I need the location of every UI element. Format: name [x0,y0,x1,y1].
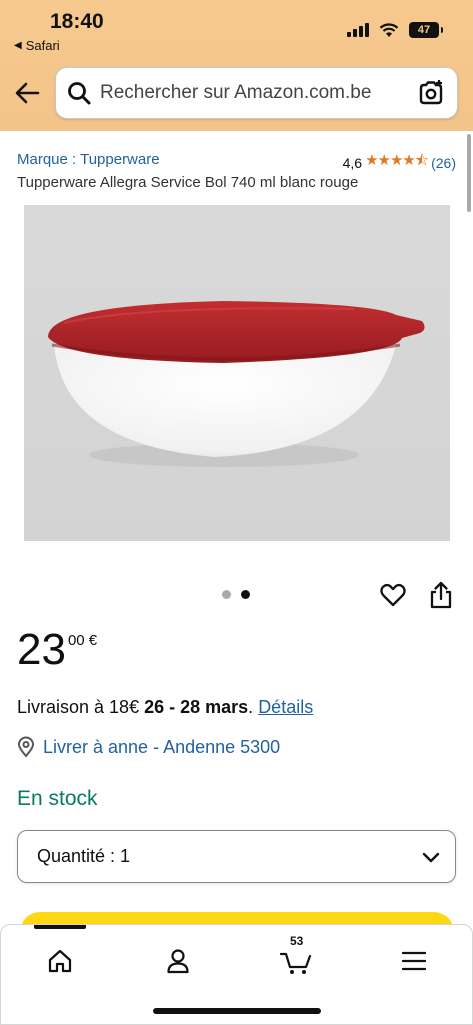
heart-icon[interactable] [379,581,407,609]
rating-count[interactable]: (26) [431,155,456,171]
active-tab-indicator [34,925,86,929]
pagination-dot[interactable] [222,590,231,599]
wifi-icon [379,22,399,37]
camera-scan-icon[interactable] [417,79,445,107]
cart-count-badge: 53 [290,934,304,948]
cart-icon [279,952,312,974]
image-pagination[interactable] [222,590,250,599]
back-app-label: Safari [25,38,60,53]
rating-value: 4,6 [342,154,363,171]
product-image[interactable] [24,205,450,541]
share-icon[interactable] [428,580,454,610]
product-title: Tupperware Allegra Service Bol 740 ml bl… [17,174,359,191]
price-fraction: 00 € [67,632,98,649]
battery-level: 47 [417,24,431,36]
star-rating-icon: ★★★★⯪ [365,152,429,169]
tab-home[interactable] [40,941,80,981]
delivery-info: Livraison à 18€ 26 - 28 mars. Détails [17,697,313,718]
app-header: 18:40 ◀ Safari 47 Rechercher sur Amazon.… [0,0,473,131]
signal-icon [347,23,369,37]
account-icon [167,949,189,974]
home-icon [48,949,72,973]
chevron-down-icon [422,852,440,863]
scrollbar[interactable] [467,134,471,212]
price-whole: 23 [17,625,66,674]
delivery-dates: 26 - 28 mars [144,697,249,717]
bowl-illustration [48,301,425,467]
delivery-period: . [248,697,259,717]
back-to-safari-link[interactable]: ◀ Safari [14,38,60,53]
stock-status: En stock [17,787,98,810]
details-link[interactable]: Détails [258,697,313,717]
back-arrow-icon[interactable] [12,78,42,108]
brand-link[interactable]: Marque : Tupperware [17,151,160,168]
back-triangle-icon: ◀ [14,40,22,51]
delivery-address-link[interactable]: Livrer à anne - Andenne 5300 [17,736,280,758]
rating-summary[interactable]: 4,6 ★★★★⯪ (26) [343,150,456,175]
address-text[interactable]: Livrer à anne - Andenne 5300 [43,737,280,758]
status-icons: 47 [347,22,443,38]
battery-icon: 47 [409,22,443,38]
search-icon [68,82,91,105]
home-indicator[interactable] [153,1008,321,1014]
menu-icon [401,951,427,971]
tab-account[interactable] [158,941,198,981]
status-time: 18:40 [50,10,104,33]
price: 23 00 € [17,622,97,678]
delivery-prefix: Livraison à 18€ [17,697,145,717]
tab-menu[interactable] [394,941,434,981]
search-bar[interactable]: Rechercher sur Amazon.com.be [55,67,458,119]
search-input[interactable]: Rechercher sur Amazon.com.be [100,82,371,104]
quantity-select[interactable]: Quantité : 1 [17,830,456,883]
quantity-label: Quantité : 1 [37,846,131,866]
pagination-dot-active[interactable] [241,590,250,599]
location-pin-icon [17,736,35,758]
